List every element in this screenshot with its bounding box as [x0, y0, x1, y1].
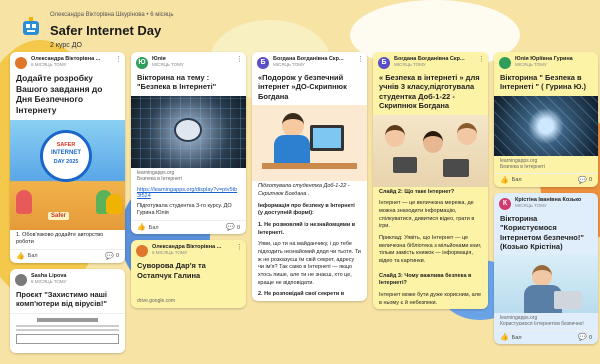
- post-time: 6 МІСЯЦЬ ТОМУ: [31, 62, 67, 67]
- page-title: Safer Internet Day: [50, 23, 162, 38]
- post-footer: 👍 Бал 💬 0: [494, 330, 598, 344]
- reaction-label: Бал: [148, 224, 159, 231]
- column-2: Ю Юлія МІСЯЦЬ ТОМУ ⋮ Вікторина на тему :…: [131, 52, 246, 314]
- post-card[interactable]: Б Богдана Богданівна Скр... МІСЯЦЬ ТОМУ …: [373, 52, 488, 310]
- post-title: «Подорож у безпечний інтернет »ДО-Скрипн…: [258, 73, 347, 101]
- post-time: МІСЯЦЬ ТОМУ: [394, 62, 426, 67]
- children-with-tablets-image[interactable]: [373, 114, 488, 187]
- link-site: learningapps.org: [500, 315, 538, 322]
- post-footer: 👍 Бал 💬 0: [10, 248, 125, 263]
- slide-text: Інтернет може бути дуже корисним, але в …: [379, 292, 482, 306]
- post-card[interactable]: Б Богдана Богданівна Скр... МІСЯЦЬ ТОМУ …: [252, 52, 367, 302]
- post-time: 6 МІСЯЦЬ ТОМУ: [31, 278, 67, 284]
- quiz-link[interactable]: https://learningapps.org/display?v=ptv5t…: [131, 185, 246, 201]
- more-dots-icon[interactable]: ⋮: [478, 55, 485, 63]
- post-card[interactable]: Олександра Вікторівна ... 6 МІСЯЦЬ ТОМУ …: [10, 52, 125, 263]
- post-card[interactable]: К Крістіна Іванівна Козько МІСЯЦЬ ТОМУ В…: [494, 192, 598, 345]
- post-title: Вікторина " Безпека в Інтернеті " ( Гури…: [500, 73, 587, 92]
- board-author: Олександра Вікторівна Шкурінова: [50, 12, 145, 18]
- slide-text: Приклад: Уявіть, що Інтернет — це величе…: [379, 234, 482, 264]
- link-preview-image[interactable]: [494, 95, 598, 156]
- comment-icon[interactable]: 💬: [578, 177, 587, 184]
- comment-icon[interactable]: 💬: [226, 224, 235, 231]
- avatar: Ю: [136, 57, 148, 69]
- avatar: К: [499, 197, 511, 210]
- image-badge: Safer: [48, 211, 70, 220]
- comment-count: 0: [115, 253, 119, 260]
- post-text: Підготувала студентка 3-го курсу. ДО Гур…: [137, 202, 232, 217]
- column-1: Олександра Вікторівна ... 6 МІСЯЦЬ ТОМУ …: [10, 52, 125, 359]
- board-avatar-icon: [23, 17, 39, 35]
- avatar: [136, 245, 148, 258]
- avatar: Б: [378, 57, 390, 69]
- link-site: drive.google.com: [137, 297, 176, 304]
- image-text-safer: SAFER: [56, 141, 76, 148]
- post-card[interactable]: Ю Юлія МІСЯЦЬ ТОМУ ⋮ Вікторина на тему :…: [131, 52, 246, 235]
- link-title: Безпека в Інтернеті: [500, 163, 545, 170]
- thumbs-up-icon[interactable]: 👍: [16, 253, 25, 260]
- post-title: Проєкт "Захистимо наші комп'ютери від ві…: [16, 289, 108, 309]
- avatar: Б: [257, 57, 269, 69]
- post-title: « Безпека в інтернеті » для учнів 3 клас…: [379, 73, 480, 111]
- reaction-label: Бал: [27, 253, 38, 260]
- thumbs-up-icon[interactable]: 👍: [137, 224, 146, 231]
- comment-count: 0: [588, 334, 592, 341]
- board-subtitle: 2 курс ДО: [50, 42, 82, 49]
- reaction-label: Бал: [511, 177, 522, 184]
- slide-text: Інтернет — це величезна мережа, де можна…: [379, 200, 475, 230]
- comment-count: 0: [588, 177, 592, 184]
- link-site: learningapps.org: [137, 169, 175, 176]
- avatar: [15, 57, 27, 69]
- image-text-internet: INTERNET: [51, 149, 81, 156]
- column-3: Б Богдана Богданівна Скр... МІСЯЦЬ ТОМУ …: [252, 52, 367, 307]
- post-time: МІСЯЦЬ ТОМУ: [152, 62, 184, 67]
- board-author-line: Олександра Вікторівна Шкурінова • 6 міся…: [50, 12, 174, 18]
- post-time: 6 МІСЯЦЬ ТОМУ: [152, 250, 188, 256]
- post-card[interactable]: Олександра Вікторівна ... 6 МІСЯЦЬ ТОМУ …: [131, 240, 246, 308]
- post-card[interactable]: Sasha Lipova 6 МІСЯЦЬ ТОМУ Проєкт "Захис…: [10, 268, 125, 353]
- post-title: Суворова Дар'я та Остапчук Галина: [137, 261, 206, 280]
- slide-heading: Слайд 3: Чому важлива безпека в Інтернет…: [379, 272, 472, 287]
- comment-count: 0: [236, 224, 240, 231]
- boy-at-computer-image[interactable]: [252, 105, 367, 182]
- board-time: 6 місяць: [150, 12, 174, 18]
- slide-heading: Слайд 2: Що таке Інтернет?: [379, 188, 455, 195]
- avatar: [499, 57, 511, 69]
- post-card[interactable]: Юлія Юріївна Гурина МІСЯЦЬ ТОМУ Вікторин…: [494, 52, 598, 187]
- more-dots-icon[interactable]: ⋮: [115, 55, 122, 63]
- link-preview-image[interactable]: [131, 95, 246, 168]
- post-text: Уяви, що ти на майданчику, і до тебе під…: [258, 241, 361, 286]
- link-title: Користуємося Інтернетом безпечно!: [500, 321, 584, 328]
- more-dots-icon[interactable]: ⋮: [236, 243, 243, 251]
- post-text: 1. Обов'язково додайте авторство роботи: [16, 231, 104, 246]
- post-footer: 👍 Бал 💬 0: [494, 172, 598, 187]
- post-time: МІСЯЦЬ ТОМУ: [515, 202, 547, 208]
- post-text: Інформація про безпеку в Інтернеті (у до…: [258, 202, 355, 217]
- comment-icon[interactable]: 💬: [105, 253, 114, 260]
- comment-icon[interactable]: 💬: [578, 334, 587, 341]
- post-title: Вікторина на тему : "Безпека в Інтернеті…: [137, 73, 217, 92]
- post-title: Вікторина "Користуємося Інтернетом безпе…: [500, 213, 584, 251]
- post-text: 1. Не розмовляй із незнайомцями в Інтерн…: [258, 221, 356, 236]
- post-time: МІСЯЦЬ ТОМУ: [273, 62, 305, 67]
- more-dots-icon[interactable]: ⋮: [236, 55, 243, 63]
- column-4: Б Богдана Богданівна Скр... МІСЯЦЬ ТОМУ …: [373, 52, 488, 315]
- post-footer: 👍 Бал 💬 0: [131, 220, 246, 234]
- link-site: learningapps.org: [500, 157, 538, 164]
- post-time: МІСЯЦЬ ТОМУ: [515, 62, 547, 67]
- reaction-label: Бал: [511, 334, 522, 341]
- post-text: 2. Не розповідай свої секрети в: [258, 291, 345, 298]
- link-title: Безпека в Інтернеті: [137, 175, 182, 182]
- thumbs-up-icon[interactable]: 👍: [500, 334, 509, 341]
- thumbs-up-icon[interactable]: 👍: [500, 177, 509, 184]
- post-text: Підготувала студентка Доб-1-22 - Скрипню…: [258, 183, 350, 197]
- more-dots-icon[interactable]: ⋮: [357, 55, 364, 63]
- column-5: Юлія Юріївна Гурина МІСЯЦЬ ТОМУ Вікторин…: [494, 52, 598, 350]
- document-thumbnail[interactable]: [10, 312, 125, 353]
- post-title: Додайте розробку Вашого завдання до Дня …: [16, 73, 103, 115]
- image-text-day: DAY 2025: [53, 158, 79, 165]
- boy-with-laptop-image[interactable]: [494, 255, 598, 314]
- avatar: [15, 273, 27, 286]
- safer-internet-day-image[interactable]: SAFER INTERNET DAY 2025 Safer: [10, 119, 125, 230]
